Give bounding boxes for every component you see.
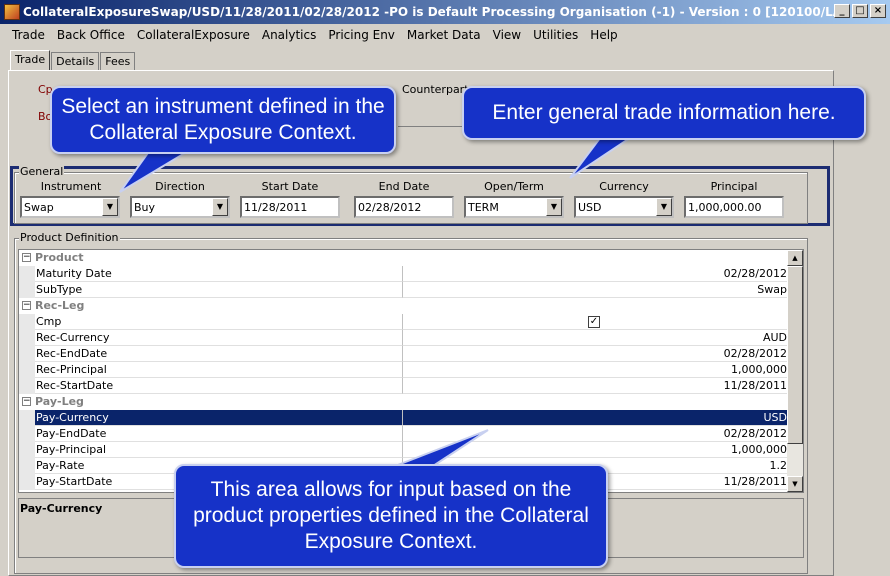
maximize-button[interactable]: □ [852, 4, 868, 18]
property-row[interactable]: Pay-EndDate 02/28/2012 [19, 426, 789, 442]
general-callout: Enter general trade information here. [462, 86, 866, 140]
currency-value: USD [578, 201, 602, 214]
menu-bar: Trade Back Office CollateralExposure Ana… [0, 24, 890, 46]
property-value[interactable]: 1,000,000 [403, 362, 789, 378]
menu-view[interactable]: View [487, 28, 527, 42]
property-value[interactable]: Swap [403, 282, 789, 298]
property-row[interactable]: Pay-Principal 1,000,000 [19, 442, 789, 458]
menu-pricing-env[interactable]: Pricing Env [322, 28, 401, 42]
chevron-down-icon[interactable]: ▼ [656, 198, 672, 216]
chevron-down-icon[interactable]: ▼ [102, 198, 118, 216]
instrument-callout: Select an instrument defined in the Coll… [50, 86, 396, 154]
direction-select[interactable]: Buy ▼ [130, 196, 230, 218]
currency-select[interactable]: USD ▼ [574, 196, 674, 218]
scroll-up-icon[interactable]: ▲ [787, 250, 803, 266]
menu-utilities[interactable]: Utilities [527, 28, 584, 42]
property-name: Rec-StartDate [35, 378, 403, 394]
title-bar: CollateralExposureSwap/USD/11/28/2011/02… [0, 0, 890, 24]
section-label: Product [35, 251, 84, 264]
tab-trade[interactable]: Trade [10, 50, 51, 70]
direction-label: Direction [155, 180, 205, 193]
collapse-icon[interactable]: − [22, 253, 31, 262]
property-value[interactable]: 11/28/2011 [403, 378, 789, 394]
tab-fees[interactable]: Fees [100, 52, 136, 70]
end-date-field[interactable]: 02/28/2012 [354, 196, 454, 218]
start-date-field[interactable]: 11/28/2011 [240, 196, 340, 218]
property-name: Rec-EndDate [35, 346, 403, 362]
currency-label: Currency [599, 180, 649, 193]
open-term-label: Open/Term [484, 180, 544, 193]
property-name: Pay-Currency [35, 410, 403, 426]
property-name: Pay-EndDate [35, 426, 403, 442]
property-row[interactable]: Rec-EndDate 02/28/2012 [19, 346, 789, 362]
property-value[interactable]: 02/28/2012 [403, 426, 789, 442]
property-name: Cmp [35, 314, 403, 330]
start-date-label: Start Date [261, 180, 319, 193]
property-value[interactable]: 02/28/2012 [403, 266, 789, 282]
open-term-value: TERM [468, 201, 499, 214]
cmp-checkbox[interactable]: ✓ [588, 316, 600, 328]
menu-market-data[interactable]: Market Data [401, 28, 487, 42]
chevron-down-icon[interactable]: ▼ [546, 198, 562, 216]
tab-details[interactable]: Details [51, 52, 100, 70]
property-value-checkbox-cell[interactable]: ✓ [403, 314, 789, 330]
section-product[interactable]: − Product [19, 250, 789, 266]
product-definition-label: Product Definition [19, 231, 120, 244]
app-icon [4, 4, 20, 20]
section-pay-leg[interactable]: − Pay-Leg [19, 394, 789, 410]
menu-analytics[interactable]: Analytics [256, 28, 323, 42]
property-name: SubType [35, 282, 403, 298]
principal-field[interactable]: 1,000,000.00 [684, 196, 784, 218]
menu-collateral-exposure[interactable]: CollateralExposure [131, 28, 256, 42]
collapse-icon[interactable]: − [22, 301, 31, 310]
open-term-select[interactable]: TERM ▼ [464, 196, 564, 218]
product-property-grid[interactable]: − Product Maturity Date 02/28/2012 SubTy… [18, 249, 804, 493]
property-row[interactable]: Rec-Currency AUD [19, 330, 789, 346]
end-date-label: End Date [378, 180, 430, 193]
property-row[interactable]: Maturity Date 02/28/2012 [19, 266, 789, 282]
property-value[interactable]: USD [403, 410, 789, 426]
vertical-scrollbar[interactable]: ▲ ▼ [787, 250, 803, 492]
property-row[interactable]: Cmp ✓ [19, 314, 789, 330]
instrument-select[interactable]: Swap ▼ [20, 196, 120, 218]
property-row[interactable]: SubType Swap [19, 282, 789, 298]
minimize-button[interactable]: _ [834, 4, 850, 18]
window-title: CollateralExposureSwap/USD/11/28/2011/02… [23, 5, 843, 19]
menu-trade[interactable]: Trade [6, 28, 51, 42]
property-row[interactable]: Rec-Principal 1,000,000 [19, 362, 789, 378]
instrument-label: Instrument [40, 180, 102, 193]
property-value[interactable]: 1,000,000 [403, 442, 789, 458]
menu-back-office[interactable]: Back Office [51, 28, 131, 42]
collapse-icon[interactable]: − [22, 397, 31, 406]
chevron-down-icon[interactable]: ▼ [212, 198, 228, 216]
section-label: Rec-Leg [35, 299, 85, 312]
property-name: Maturity Date [35, 266, 403, 282]
property-name: Pay-Principal [35, 442, 403, 458]
tab-strip: Trade Details Fees [10, 50, 136, 70]
section-rec-leg[interactable]: − Rec-Leg [19, 298, 789, 314]
property-value[interactable]: AUD [403, 330, 789, 346]
section-label: Pay-Leg [35, 395, 84, 408]
property-description-title: Pay-Currency [20, 502, 103, 515]
close-button[interactable]: × [870, 4, 886, 18]
instrument-value: Swap [24, 201, 54, 214]
general-group-label: General [19, 165, 65, 178]
property-name: Rec-Principal [35, 362, 403, 378]
scroll-down-icon[interactable]: ▼ [787, 476, 803, 492]
direction-value: Buy [134, 201, 156, 214]
window-controls: _ □ × [834, 4, 886, 18]
product-callout: This area allows for input based on the … [174, 464, 608, 568]
property-name: Rec-Currency [35, 330, 403, 346]
principal-label: Principal [710, 180, 758, 193]
scroll-thumb[interactable] [787, 266, 803, 444]
property-row-selected[interactable]: Pay-Currency USD [19, 410, 789, 426]
menu-help[interactable]: Help [584, 28, 623, 42]
property-value[interactable]: 02/28/2012 [403, 346, 789, 362]
property-row[interactable]: Rec-StartDate 11/28/2011 [19, 378, 789, 394]
